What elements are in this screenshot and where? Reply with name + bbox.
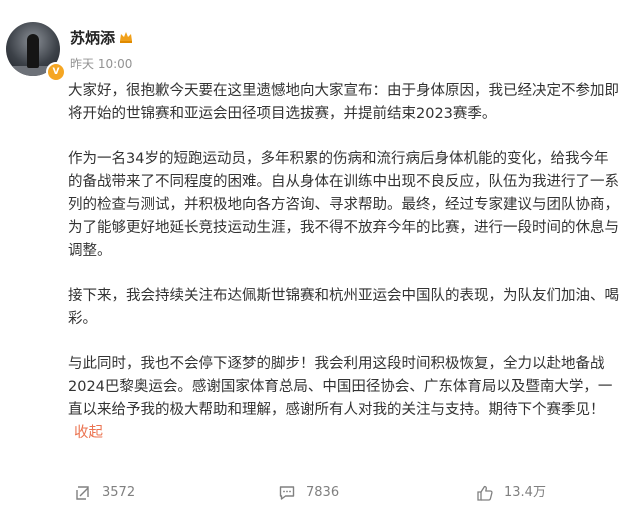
weibo-post-card: V 苏炳添 昨天 10:00 大家好，很抱歉今天要在这里遗憾地向大家宣布：由于身…: [0, 0, 628, 508]
crown-icon: [118, 29, 134, 45]
comment-icon: [279, 486, 295, 500]
post-paragraph-2: 作为一名34岁的短跑运动员，多年积累的伤病和流行病后身体机能的变化，给我今年的备…: [68, 151, 619, 259]
avatar-container[interactable]: V: [6, 22, 66, 82]
post-paragraph-4: 与此同时，我也不会停下逐梦的脚步！我会利用这段时间积极恢复，全力以赴地备战202…: [68, 353, 620, 445]
avatar-figure: [27, 34, 39, 68]
verified-badge-icon: V: [46, 62, 66, 82]
action-bar: 3572 7836 13.4万: [0, 482, 628, 504]
repost-icon: [76, 486, 89, 500]
post-time[interactable]: 昨天 10:00: [70, 55, 132, 72]
repost-count: 3572: [102, 485, 136, 500]
thumbs-up-icon: [477, 485, 493, 501]
like-count: 13.4万: [504, 485, 546, 500]
user-name[interactable]: 苏炳添: [70, 27, 115, 48]
collapse-link[interactable]: 收起: [74, 425, 103, 441]
post-paragraph-4-text: 与此同时，我也不会停下逐梦的脚步！我会利用这段时间积极恢复，全力以赴地备战202…: [68, 356, 613, 418]
comment-count: 7836: [306, 485, 340, 500]
post-paragraph-3: 接下来，我会持续关注布达佩斯世锦赛和杭州亚运会中国队的表现，为队友们加油、喝彩。: [68, 288, 619, 327]
post-content: 大家好，很抱歉今天要在这里遗憾地向大家宣布：由于身体原因，我已经决定不参加即将开…: [68, 80, 620, 445]
post-paragraph-1: 大家好，很抱歉今天要在这里遗憾地向大家宣布：由于身体原因，我已经决定不参加即将开…: [68, 83, 619, 122]
